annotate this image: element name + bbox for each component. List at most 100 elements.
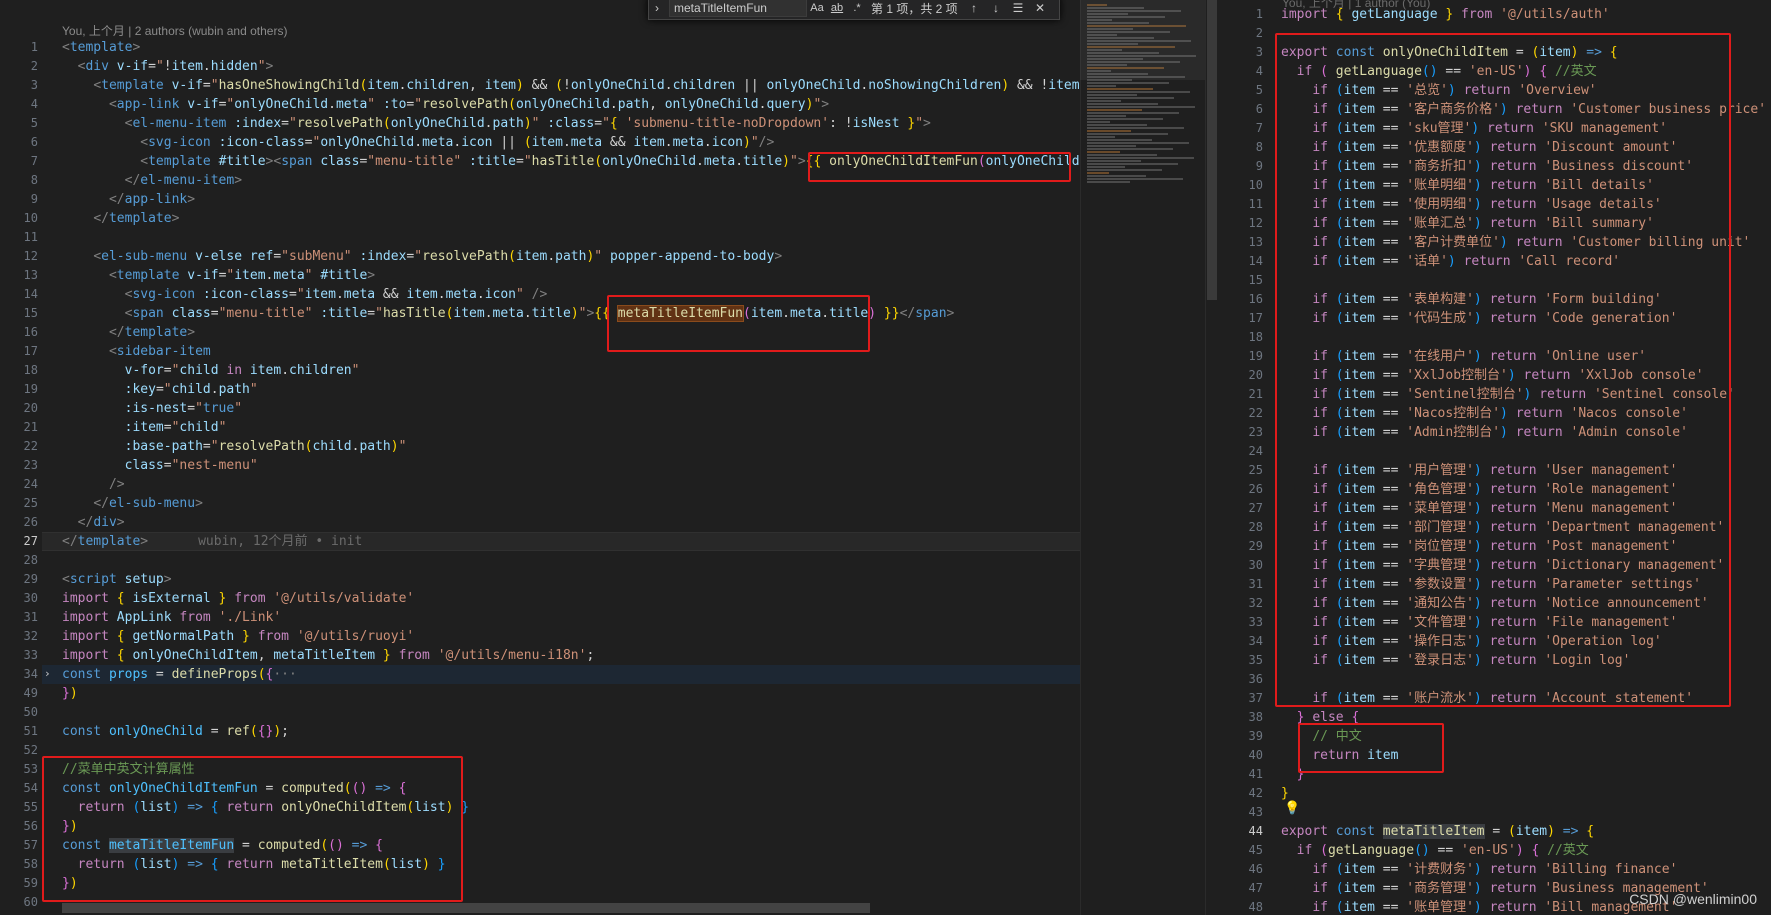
code-line[interactable]: 40 return item [1219, 746, 1771, 765]
vertical-scrollbar-thumb[interactable] [1207, 0, 1217, 300]
find-widget[interactable]: › metaTitleItemFun Aa ab .* 第 1 项，共 2 项 … [648, 0, 1060, 20]
code-line[interactable]: 18 [1219, 328, 1771, 347]
code-line[interactable]: 29 <script setup> [0, 570, 1080, 589]
use-regex-button[interactable]: .* [847, 2, 867, 14]
code-line[interactable]: 7 if (item == 'sku管理') return 'SKU manag… [1219, 119, 1771, 138]
code-line[interactable]: 21 :item="child" [0, 418, 1080, 437]
code-line[interactable]: 15 [1219, 271, 1771, 290]
close-find-button[interactable]: ✕ [1029, 1, 1051, 15]
code-line[interactable]: 4 <app-link v-if="onlyOneChild.meta" :to… [0, 95, 1080, 114]
code-line[interactable]: 2 <div v-if="!item.hidden"> [0, 57, 1080, 76]
code-line[interactable]: 30 import { isExternal } from '@/utils/va… [0, 589, 1080, 608]
code-line[interactable]: 5 if (item == '总览') return 'Overview' [1219, 81, 1771, 100]
code-line[interactable]: 55 return (list) => { return onlyOneChil… [0, 798, 1080, 817]
code-line[interactable]: 11 [0, 228, 1080, 247]
code-line[interactable]: 28 if (item == '部门管理') return 'Departmen… [1219, 518, 1771, 537]
code-line[interactable]: 33 import { onlyOneChildItem, metaTitleIt… [0, 646, 1080, 665]
code-line[interactable]: 7 <template #title><span class = "menu-tit… [0, 152, 1080, 171]
code-line[interactable]: 9 if (item == '商务折扣') return 'Business d… [1219, 157, 1771, 176]
code-line[interactable]: 31 import AppLink from './Link' [0, 608, 1080, 627]
code-line[interactable]: 22 :base-path="resolvePath(child.path)" [0, 437, 1080, 456]
code-line[interactable]: 26 </div> [0, 513, 1080, 532]
code-line[interactable]: 3 <template v-if="hasOneShowingChild (ite… [0, 76, 1080, 95]
code-line[interactable]: 8 if (item == '优惠额度') return 'Discount a… [1219, 138, 1771, 157]
minimap[interactable] [1080, 0, 1205, 915]
match-whole-word-button[interactable]: ab [827, 2, 847, 14]
inline-blame[interactable]: wubin, 12个月前 • init [198, 534, 362, 549]
code-line[interactable]: 5 <el-menu-item :index="resolvePath(only… [0, 114, 1080, 133]
code-line[interactable]: 34 const props = defineProps({··· [0, 665, 1080, 684]
code-line[interactable]: 13 if (item == '客户计费单位') return 'Custome… [1219, 233, 1771, 252]
code-line[interactable]: 6 <svg-icon :icon-class="onlyOneChild.me… [0, 133, 1080, 152]
code-line[interactable]: 28 [0, 551, 1080, 570]
code-line[interactable]: 59}) [0, 874, 1080, 893]
code-line[interactable]: 25 if (item == '用户管理') return 'User mana… [1219, 461, 1771, 480]
code-line[interactable]: 38 } else { [1219, 708, 1771, 727]
code-line[interactable]: 1 <template> [0, 38, 1080, 57]
code-line[interactable]: 51 const onlyOneChild = ref({}); [0, 722, 1080, 741]
code-line[interactable]: 49}) [0, 684, 1080, 703]
code-line[interactable]: 25 </el-sub-menu> [0, 494, 1080, 513]
minimap-slider[interactable] [1080, 0, 1205, 80]
code-line[interactable]: 16 if (item == '表单构建') return 'Form buil… [1219, 290, 1771, 309]
code-line[interactable]: 31 if (item == '参数设置') return 'Parameter… [1219, 575, 1771, 594]
code-line[interactable]: 22 if (item == 'Nacos控制台') return 'Nacos… [1219, 404, 1771, 423]
horizontal-scrollbar[interactable] [62, 903, 870, 913]
code-line[interactable]: 32 if (item == '通知公告') return 'Notice an… [1219, 594, 1771, 613]
code-line[interactable]: 15 <span class="menu-title" :title="hasT… [0, 304, 1080, 323]
code-line[interactable]: 32 import { getNormalPath } from '@/utils… [0, 627, 1080, 646]
git-blame-header[interactable]: You, 上个月 | 2 authors (wubin and others) [62, 22, 287, 39]
code-line[interactable]: 27 if (item == '菜单管理') return 'Menu mana… [1219, 499, 1771, 518]
code-line[interactable]: 14 <svg-icon :icon-class="item.meta && i… [0, 285, 1080, 304]
code-line[interactable]: 19 :key="child.path" [0, 380, 1080, 399]
code-line[interactable]: 17 <sidebar-item [0, 342, 1080, 361]
code-line[interactable]: 23 if (item == 'Admin控制台') return 'Admin… [1219, 423, 1771, 442]
previous-match-button[interactable]: ↑ [963, 1, 985, 15]
code-line[interactable]: 58 return (list) => { return metaTitleIt… [0, 855, 1080, 874]
code-line[interactable]: 21 if (item == 'Sentinel控制台') return 'Se… [1219, 385, 1771, 404]
code-line[interactable]: 2 [1219, 24, 1771, 43]
code-line[interactable]: 6 if (item == '客户商务价格') return 'Customer… [1219, 100, 1771, 119]
code-line[interactable]: 14 if (item == '话单') return 'Call record… [1219, 252, 1771, 271]
code-line[interactable]: 29 if (item == '岗位管理') return 'Post mana… [1219, 537, 1771, 556]
code-line[interactable]: 9 </app-link> [0, 190, 1080, 209]
code-line[interactable]: 30 if (item == '字典管理') return 'Dictionar… [1219, 556, 1771, 575]
code-line[interactable]: 37 if (item == '账户流水') return 'Account s… [1219, 689, 1771, 708]
code-line[interactable]: 10 </template> [0, 209, 1080, 228]
code-line[interactable]: 24 [1219, 442, 1771, 461]
code-line[interactable]: 24 /> [0, 475, 1080, 494]
code-line[interactable]: 12 <el-sub-menu v-else ref="subMenu" :in… [0, 247, 1080, 266]
code-line[interactable]: 20 if (item == 'XxlJob控制台') return 'XxlJ… [1219, 366, 1771, 385]
code-line[interactable]: 45 if (getLanguage() == 'en-US') { //英文 [1219, 841, 1771, 860]
chevron-right-icon[interactable]: › [44, 667, 51, 680]
code-line[interactable]: 3 export const onlyOneChildItem = (item) … [1219, 43, 1771, 62]
find-in-selection-button[interactable]: ☰ [1007, 1, 1029, 15]
code-line[interactable]: 16 </template> [0, 323, 1080, 342]
code-line[interactable]: 27 </template> wubin, 12个月前 • init [0, 532, 1080, 551]
code-line[interactable]: 20 :is-nest="true" [0, 399, 1080, 418]
code-line[interactable]: 43 [1219, 803, 1771, 822]
code-line[interactable]: 34 if (item == '操作日志') return 'Operation… [1219, 632, 1771, 651]
code-line[interactable]: 13 <template v-if="item.meta" #title> [0, 266, 1080, 285]
code-line[interactable]: 52 [0, 741, 1080, 760]
next-match-button[interactable]: ↓ [985, 1, 1007, 15]
left-editor[interactable]: You, 上个月 | 2 authors (wubin and others) … [0, 0, 1080, 915]
code-line[interactable]: 10 if (item == '账单明细') return 'Bill deta… [1219, 176, 1771, 195]
code-line[interactable]: 54 const onlyOneChildItemFun = computed((… [0, 779, 1080, 798]
code-line[interactable]: 11 if (item == '使用明细') return 'Usage det… [1219, 195, 1771, 214]
code-line[interactable]: 57 const metaTitleItemFun = computed(() =… [0, 836, 1080, 855]
code-line[interactable]: 35 if (item == '登录日志') return 'Login log… [1219, 651, 1771, 670]
code-line[interactable]: 33 if (item == '文件管理') return 'File mana… [1219, 613, 1771, 632]
code-line[interactable]: 36 [1219, 670, 1771, 689]
toggle-replace-chevron-icon[interactable]: › [649, 1, 665, 15]
find-input[interactable]: metaTitleItemFun [669, 0, 807, 17]
code-line[interactable]: 23 class="nest-menu" [0, 456, 1080, 475]
code-line[interactable]: 4 if ( getLanguage() == 'en-US') { //英文 [1219, 62, 1771, 81]
code-line[interactable]: 18 v-for="child in item.children" [0, 361, 1080, 380]
git-blame-header-right[interactable]: You, 上个月 | 1 author (You) [1282, 0, 1430, 11]
code-line[interactable]: 39 // 中文 [1219, 727, 1771, 746]
match-case-button[interactable]: Aa [807, 2, 827, 14]
right-editor[interactable]: 1 import { getLanguage } from '@/utils/au… [1219, 0, 1771, 915]
code-line[interactable]: 41 } [1219, 765, 1771, 784]
code-line[interactable]: 50 [0, 703, 1080, 722]
